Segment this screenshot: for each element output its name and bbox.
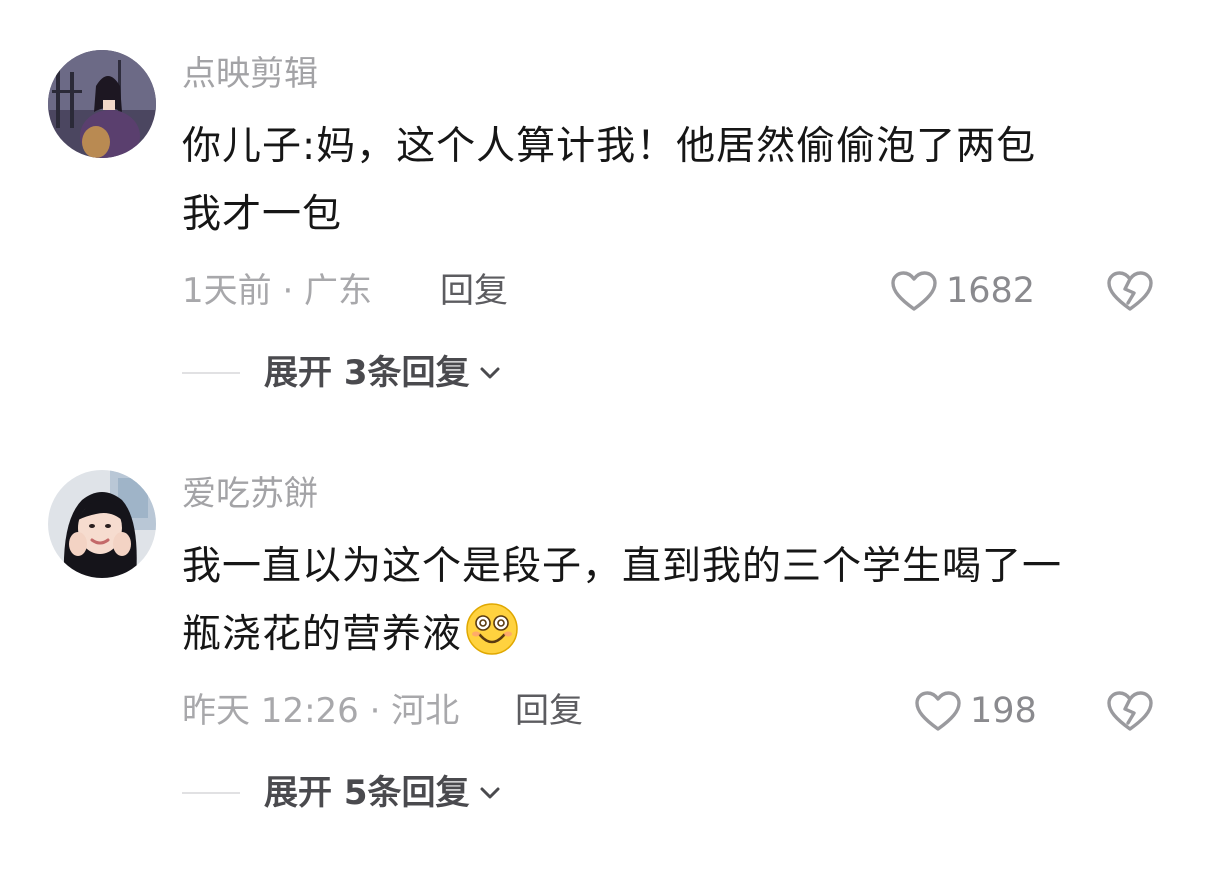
- heart-outline-icon: [891, 271, 937, 311]
- like-count: 1682: [946, 271, 1036, 311]
- like-button[interactable]: 198: [914, 690, 1037, 732]
- chevron-down-icon: [480, 367, 499, 379]
- heart-outline-icon: [915, 691, 961, 731]
- like-count: 198: [970, 691, 1037, 731]
- comment-text-line: 我一直以为这个是段子，直到我的三个学生喝了一: [182, 544, 1063, 589]
- divider-line: [182, 792, 240, 794]
- comment-text: 你儿子:妈，这个人算计我！他居然偷偷泡了两包 我才一包: [182, 113, 1172, 249]
- dislike-button[interactable]: [1106, 270, 1154, 312]
- comment-text-line: 我才一包: [182, 192, 343, 237]
- expand-replies[interactable]: 展开 3条回复: [182, 353, 502, 393]
- time-location: 1天前 · 广东: [182, 271, 373, 311]
- username[interactable]: 爱吃苏餅: [182, 474, 318, 514]
- divider-line: [182, 372, 240, 374]
- reply-button[interactable]: 回复: [440, 271, 508, 311]
- comment-text-segment: 瓶浇花的营养液: [182, 612, 463, 657]
- broken-heart-icon: [1107, 691, 1153, 731]
- comment-text-line: 瓶浇花的营养液: [182, 601, 1172, 669]
- dizzy-smile-emoji-icon: [466, 603, 518, 655]
- expand-replies-label: 展开 3条回复: [264, 353, 470, 393]
- comment-text: 我一直以为这个是段子，直到我的三个学生喝了一 瓶浇花的营养液: [182, 533, 1172, 669]
- expand-replies[interactable]: 展开 5条回复: [182, 773, 502, 813]
- time-location: 昨天 12:26 · 河北: [182, 691, 460, 731]
- username[interactable]: 点映剪辑: [182, 54, 318, 94]
- like-button[interactable]: 1682: [890, 270, 1035, 312]
- avatar[interactable]: [48, 50, 156, 158]
- avatar[interactable]: [48, 470, 156, 578]
- avatar-image: [48, 50, 156, 158]
- broken-heart-icon: [1107, 271, 1153, 311]
- chevron-down-icon: [480, 787, 499, 799]
- expand-replies-label: 展开 5条回复: [264, 773, 470, 813]
- reply-button[interactable]: 回复: [515, 691, 583, 731]
- comment-text-line: 你儿子:妈，这个人算计我！他居然偷偷泡了两包: [182, 124, 1037, 169]
- dislike-button[interactable]: [1106, 690, 1154, 732]
- avatar-image: [48, 470, 156, 578]
